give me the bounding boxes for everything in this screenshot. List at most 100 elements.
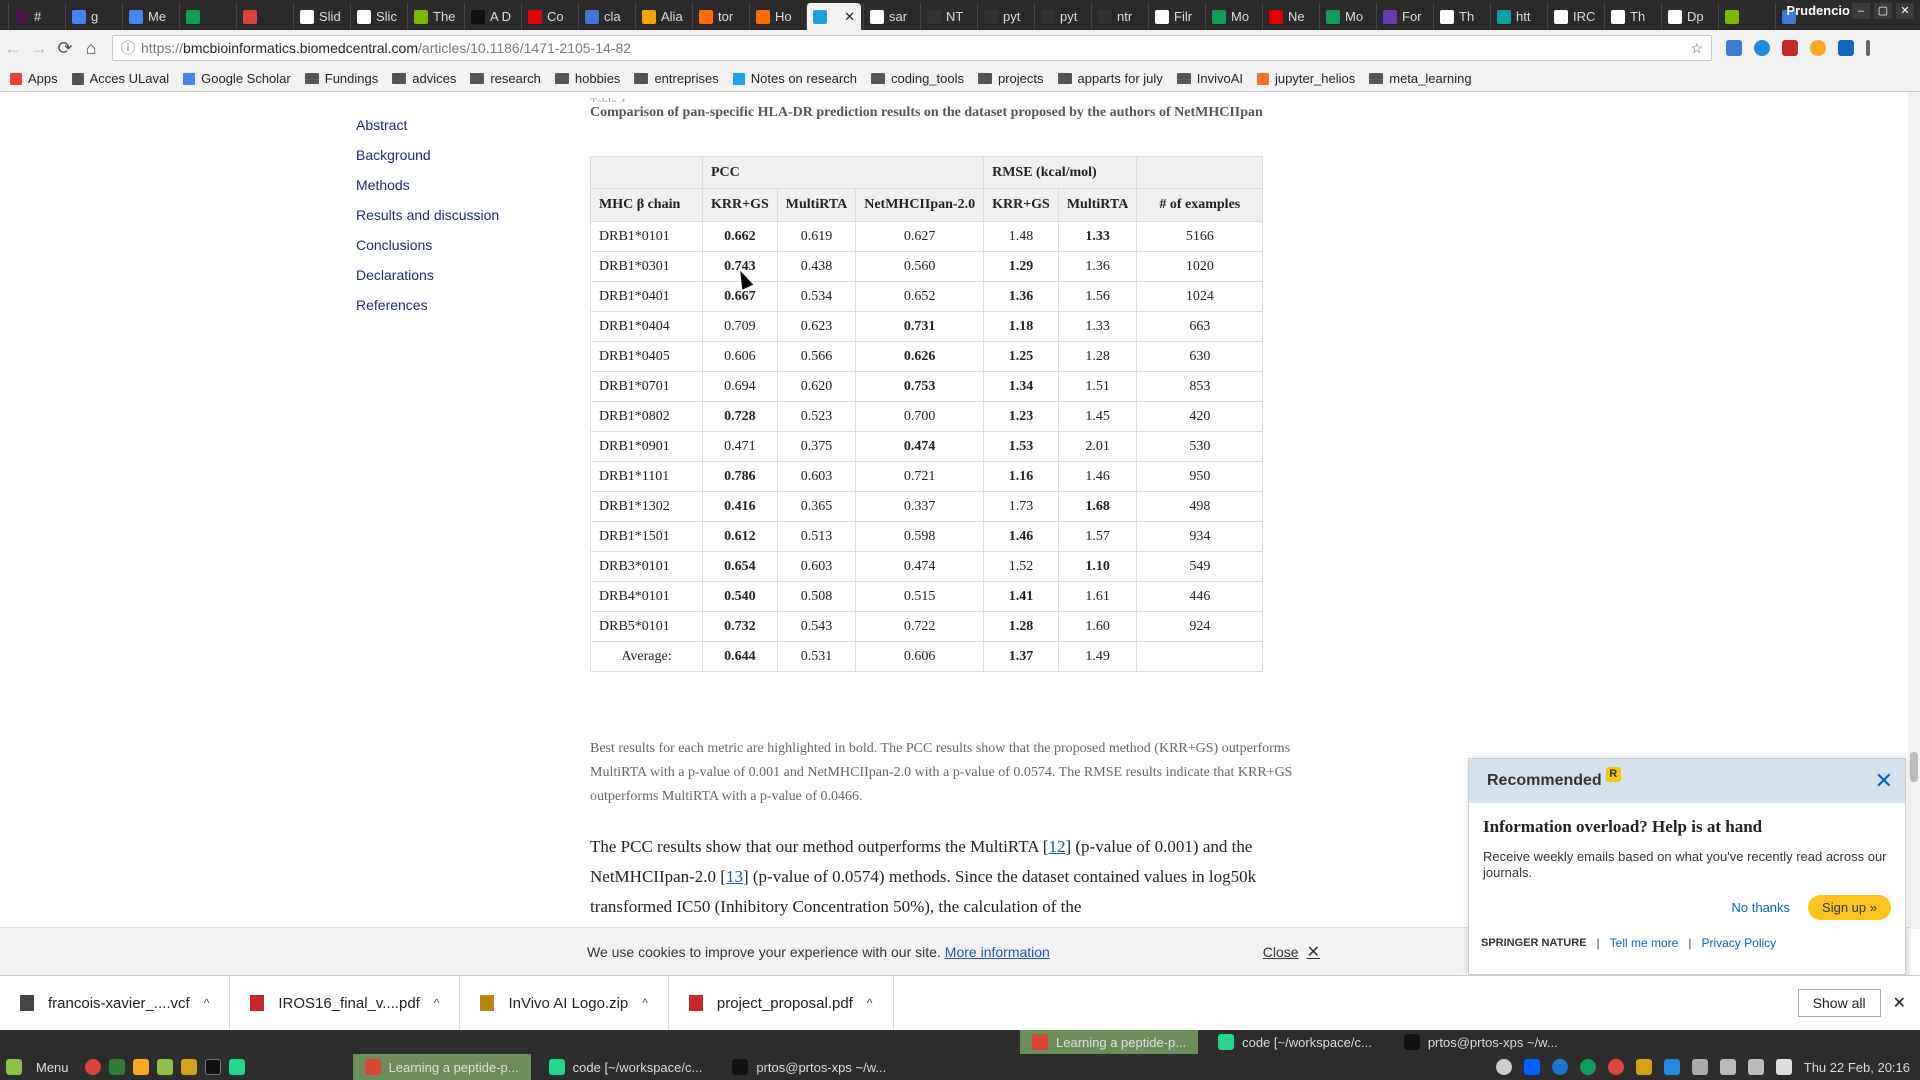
taskbar-task[interactable]: Learning a peptide-p...	[352, 1054, 531, 1080]
bookmark-item[interactable]: Google Scholar	[183, 71, 291, 86]
microphone-icon[interactable]	[1719, 1059, 1736, 1075]
browser-tab[interactable]: pyt	[977, 3, 1032, 30]
reload-icon[interactable]: ⟳	[52, 38, 78, 59]
browser-tab[interactable]	[1718, 3, 1773, 30]
start-menu-button[interactable]: Menu	[0, 1059, 69, 1075]
browser-tab[interactable]: Alia	[635, 3, 690, 30]
browser-tab[interactable]: ✕	[806, 3, 861, 30]
bookmark-item[interactable]: InvivoAI	[1176, 71, 1243, 86]
taskbar-task[interactable]: code [~/workspace/c...	[537, 1054, 715, 1080]
cookie-close-button[interactable]: Close ✕	[1263, 942, 1320, 962]
folder-icon[interactable]	[180, 1059, 197, 1075]
toc-link[interactable]: Conclusions	[356, 230, 499, 260]
bookmark-item[interactable]: Acces ULaval	[71, 71, 169, 86]
download-item[interactable]: francois-xavier_....vcf ^	[0, 975, 231, 1031]
browser-tab[interactable]: htt	[1490, 3, 1545, 30]
browser-tab[interactable]: #	[8, 3, 63, 30]
bookmark-item[interactable]: research	[470, 71, 541, 86]
chrome-icon[interactable]	[84, 1059, 101, 1075]
clock[interactable]: Thu 22 Feb, 20:16	[1804, 1060, 1910, 1075]
settings-gear-icon[interactable]	[1495, 1059, 1512, 1075]
bookmark-item[interactable]: apparts for july	[1057, 71, 1163, 86]
browser-tab[interactable]: A D	[464, 3, 519, 30]
sign-up-button[interactable]: Sign up »	[1808, 895, 1891, 920]
info-icon[interactable]: ⓘ	[121, 38, 135, 58]
browser-tab[interactable]: Th	[1433, 3, 1488, 30]
terminal-icon[interactable]	[204, 1059, 221, 1075]
browser-tab[interactable]: tor	[692, 3, 747, 30]
browser-tab[interactable]: cla	[578, 3, 633, 30]
bookmark-item[interactable]: Apps	[10, 71, 58, 86]
browser-tab[interactable]: Slic	[350, 3, 405, 30]
browser-tab[interactable]: Dp	[1661, 3, 1716, 30]
network-icon[interactable]	[1691, 1059, 1708, 1075]
close-icon[interactable]: ✕	[1893, 993, 1906, 1013]
browser-tab[interactable]: IRC	[1547, 3, 1602, 30]
system-monitor-icon[interactable]	[108, 1059, 125, 1075]
cast-icon[interactable]	[1838, 40, 1854, 56]
reference-link-13[interactable]: 13	[726, 867, 743, 886]
close-window-button[interactable]: ✕	[1896, 3, 1914, 19]
extension-icon[interactable]	[1754, 40, 1770, 56]
files-icon[interactable]	[156, 1059, 173, 1075]
toc-link[interactable]: Declarations	[356, 260, 499, 290]
taskbar-window[interactable]: prtos@prtos-xps ~/w...	[1392, 1030, 1570, 1054]
bookmark-item[interactable]: Notes on research	[732, 71, 857, 86]
forward-icon[interactable]: →	[26, 38, 52, 59]
profile-name[interactable]: Prudencio	[1786, 3, 1850, 18]
browser-tab[interactable]: NT	[920, 3, 975, 30]
toc-link[interactable]: Background	[356, 140, 499, 170]
browser-tab[interactable]: Filr	[1148, 3, 1203, 30]
chrome-icon[interactable]	[1607, 1059, 1624, 1075]
toc-link[interactable]: References	[356, 290, 499, 320]
privacy-policy-link[interactable]: Privacy Policy	[1701, 936, 1776, 950]
notes-icon[interactable]	[1635, 1059, 1652, 1075]
chevron-up-icon[interactable]: ^	[204, 996, 210, 1010]
browser-tab[interactable]: Ho	[749, 3, 804, 30]
browser-tab[interactable]: pyt	[1034, 3, 1089, 30]
taskbar-window[interactable]: code [~/workspace/c...	[1206, 1030, 1384, 1054]
bookmark-item[interactable]: coding_tools	[870, 71, 964, 86]
bookmark-item[interactable]: hobbies	[554, 71, 620, 86]
browser-tab[interactable]: Th	[1604, 3, 1659, 30]
bookmark-item[interactable]: Fundings	[304, 71, 378, 86]
bookmark-item[interactable]: meta_learning	[1369, 71, 1472, 86]
extension-icon[interactable]	[1726, 40, 1742, 56]
browser-tab[interactable]: Mo	[1319, 3, 1374, 30]
bookmark-item[interactable]: jupyter_helios	[1257, 71, 1355, 86]
battery-icon[interactable]	[1775, 1059, 1792, 1075]
home-icon[interactable]: ⌂	[78, 38, 104, 59]
download-item[interactable]: IROS16_final_v....pdf ^	[230, 975, 461, 1031]
browser-tab[interactable]: Slid	[293, 3, 348, 30]
browser-tab[interactable]: Ne	[1262, 3, 1317, 30]
browser-tab[interactable]	[179, 3, 234, 30]
app-s-icon[interactable]	[132, 1059, 149, 1075]
bookmark-item[interactable]: advices	[392, 71, 456, 86]
extension-icon[interactable]	[1782, 40, 1798, 56]
browser-tab[interactable]: ntr	[1091, 3, 1146, 30]
tell-me-more-link[interactable]: Tell me more	[1610, 936, 1679, 950]
chat-icon[interactable]	[1579, 1059, 1596, 1075]
browser-tab[interactable]: Me	[122, 3, 177, 30]
no-thanks-button[interactable]: No thanks	[1732, 900, 1791, 915]
taskbar-task[interactable]: prtos@prtos-xps ~/w...	[720, 1054, 898, 1080]
toc-link[interactable]: Results and discussion	[356, 200, 499, 230]
toc-link[interactable]: Methods	[356, 170, 499, 200]
chevron-up-icon[interactable]: ^	[867, 996, 873, 1010]
url-bar[interactable]: ⓘ https://bmcbioinformatics.biomedcentra…	[112, 35, 1712, 61]
back-icon[interactable]: ←	[0, 38, 26, 59]
browser-tab[interactable]: For	[1376, 3, 1431, 30]
menu-dots-icon[interactable]	[1866, 40, 1870, 56]
download-item[interactable]: InVivo AI Logo.zip ^	[460, 975, 669, 1031]
browser-tab[interactable]: Co	[521, 3, 576, 30]
page-scrollbar[interactable]	[1908, 92, 1920, 929]
browser-tab[interactable]	[236, 3, 291, 30]
shield-icon[interactable]	[1663, 1059, 1680, 1075]
chevron-up-icon[interactable]: ^	[434, 996, 440, 1010]
close-icon[interactable]: ✕	[1875, 768, 1893, 794]
browser-tab[interactable]: Mo	[1205, 3, 1260, 30]
cookie-more-info-link[interactable]: More information	[945, 944, 1050, 960]
bluetooth-icon[interactable]	[1551, 1059, 1568, 1075]
show-all-button[interactable]: Show all	[1797, 989, 1881, 1017]
volume-icon[interactable]	[1747, 1059, 1764, 1075]
